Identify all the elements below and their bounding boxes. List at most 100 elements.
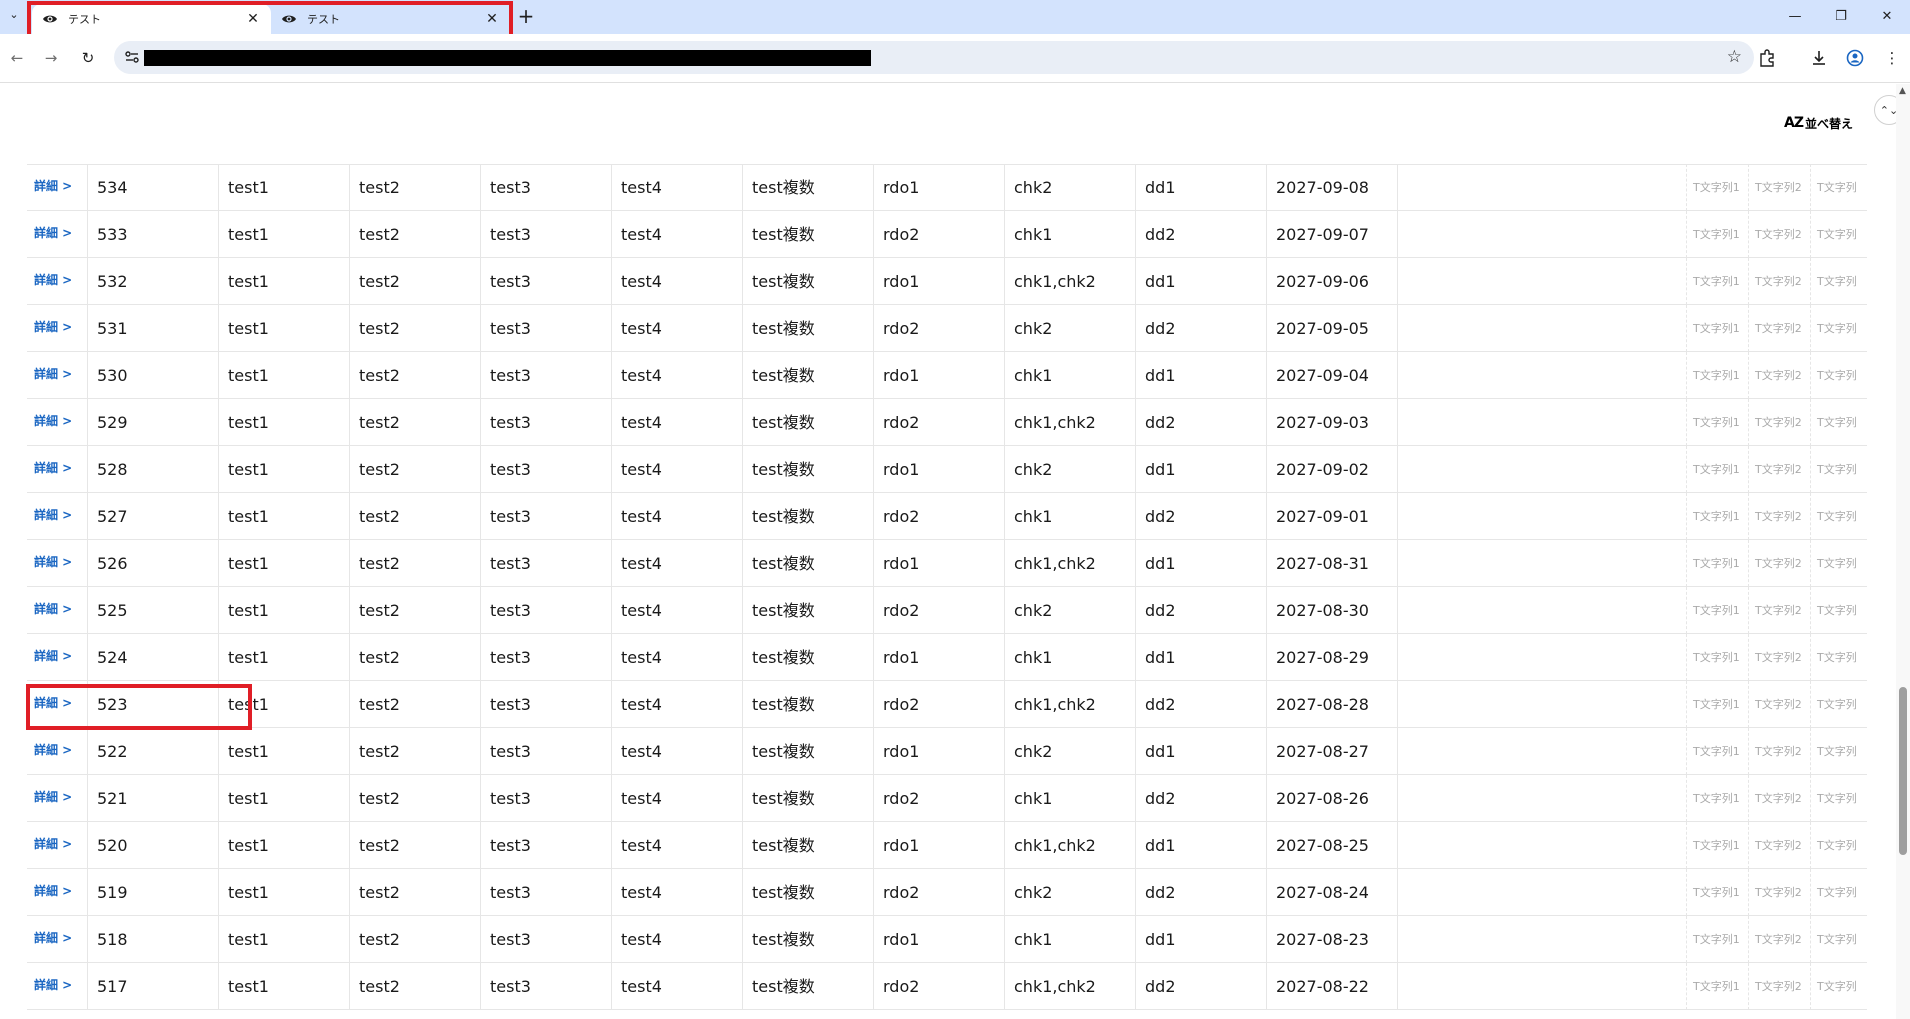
cell-dd: dd1 (1135, 258, 1266, 305)
detail-link[interactable]: 詳細 > (27, 446, 87, 493)
detail-link[interactable]: 詳細 > (27, 352, 87, 399)
cell-c5: test複数 (742, 775, 873, 822)
detail-link[interactable]: 詳細 > (27, 305, 87, 352)
sort-button[interactable]: AZ 並べ替え (1784, 112, 1853, 134)
table-row: 詳細 >531 test1 test2 test3 test4 test複数 rdo2 chk… (27, 305, 1867, 352)
download-icon[interactable] (1808, 47, 1830, 69)
site-info-icon[interactable] (124, 49, 140, 65)
cell-rdo: rdo2 (873, 963, 1004, 1010)
cell-dd: dd2 (1135, 305, 1266, 352)
cell-chk: chk2 (1004, 305, 1135, 352)
cell-spacer (1397, 258, 1686, 305)
cell-spacer (1397, 869, 1686, 916)
detail-link[interactable]: 詳細 > (27, 211, 87, 258)
table-row: 詳細 >532 test1 test2 test3 test4 test複数 rdo1 chk… (27, 258, 1867, 305)
cell-c4: test4 (611, 775, 742, 822)
scroll-thumb[interactable] (1899, 687, 1907, 855)
cell-dd: dd1 (1135, 540, 1266, 587)
page-scrollbar[interactable]: ▲ (1896, 84, 1910, 1019)
back-arrow-icon[interactable]: ← (6, 47, 28, 69)
cell-c2: test2 (349, 916, 480, 963)
forward-arrow-icon[interactable]: → (40, 47, 62, 69)
cell-dd: dd2 (1135, 587, 1266, 634)
bookmark-star-icon[interactable]: ☆ (1727, 47, 1742, 67)
cell-c5: test複数 (742, 399, 873, 446)
cell-id: 529 (87, 399, 218, 446)
cell-c2: test2 (349, 540, 480, 587)
tab-search-chevron-icon[interactable]: ⌄ (4, 8, 24, 26)
cell-date: 2027-08-31 (1266, 540, 1397, 587)
cell-c3: test3 (480, 540, 611, 587)
table-row: 詳細 >529 test1 test2 test3 test4 test複数 rdo2 chk… (27, 399, 1867, 446)
cell-c2: test2 (349, 634, 480, 681)
cell-c5: test複数 (742, 634, 873, 681)
detail-link[interactable]: 詳細 > (27, 258, 87, 305)
reload-icon[interactable]: ↻ (77, 47, 99, 69)
cell-chk: chk2 (1004, 728, 1135, 775)
cell-spacer (1397, 305, 1686, 352)
cell-spacer (1397, 587, 1686, 634)
address-bar[interactable]: ☆ (114, 41, 1754, 74)
table-row: 詳細 >528 test1 test2 test3 test4 test複数 rdo1 chk… (27, 446, 1867, 493)
cell-date: 2027-09-06 (1266, 258, 1397, 305)
cell-rdo: rdo2 (873, 681, 1004, 728)
cell-text-col-3: T文字列 (1810, 869, 1867, 916)
cell-c4: test4 (611, 634, 742, 681)
minimize-icon[interactable]: — (1772, 0, 1818, 32)
cell-text-col-2: T文字列2 (1748, 916, 1810, 963)
cell-text-col-1: T文字列1 (1686, 634, 1748, 681)
cell-text-col-3: T文字列 (1810, 681, 1867, 728)
cell-text-col-2: T文字列2 (1748, 822, 1810, 869)
table-row: 詳細 >533 test1 test2 test3 test4 test複数 rdo2 chk… (27, 211, 1867, 258)
cell-c1: test1 (218, 869, 349, 916)
cell-chk: chk1 (1004, 493, 1135, 540)
cell-text-col-3: T文字列 (1810, 822, 1867, 869)
close-window-icon[interactable]: ✕ (1864, 0, 1910, 32)
detail-link[interactable]: 詳細 > (27, 164, 87, 211)
cell-c5: test複数 (742, 305, 873, 352)
cell-c5: test複数 (742, 540, 873, 587)
cell-rdo: rdo1 (873, 540, 1004, 587)
cell-chk: chk1,chk2 (1004, 822, 1135, 869)
table-row: 詳細 >520 test1 test2 test3 test4 test複数 rdo1 chk… (27, 822, 1867, 869)
cell-c4: test4 (611, 399, 742, 446)
detail-link[interactable]: 詳細 > (27, 822, 87, 869)
detail-link[interactable]: 詳細 > (27, 775, 87, 822)
detail-link[interactable]: 詳細 > (27, 587, 87, 634)
detail-link[interactable]: 詳細 > (27, 399, 87, 446)
cell-rdo: rdo1 (873, 258, 1004, 305)
cell-spacer (1397, 164, 1686, 211)
cell-c1: test1 (218, 540, 349, 587)
cell-text-col-3: T文字列 (1810, 916, 1867, 963)
detail-link[interactable]: 詳細 > (27, 540, 87, 587)
cell-c1: test1 (218, 352, 349, 399)
cell-c4: test4 (611, 963, 742, 1010)
cell-dd: dd2 (1135, 211, 1266, 258)
detail-link[interactable]: 詳細 > (27, 493, 87, 540)
table-row: 詳細 >518 test1 test2 test3 test4 test複数 rdo1 chk… (27, 916, 1867, 963)
cell-c4: test4 (611, 352, 742, 399)
extensions-icon[interactable] (1756, 47, 1778, 69)
detail-link[interactable]: 詳細 > (27, 634, 87, 681)
cell-date: 2027-08-24 (1266, 869, 1397, 916)
cell-c5: test複数 (742, 681, 873, 728)
more-menu-icon[interactable]: ⋮ (1881, 47, 1903, 69)
cell-dd: dd1 (1135, 446, 1266, 493)
cell-c3: test3 (480, 493, 611, 540)
cell-dd: dd1 (1135, 822, 1266, 869)
detail-link[interactable]: 詳細 > (27, 728, 87, 775)
cell-c4: test4 (611, 540, 742, 587)
cell-text-col-3: T文字列 (1810, 728, 1867, 775)
restore-icon[interactable]: ❐ (1818, 0, 1864, 32)
detail-link[interactable]: 詳細 > (27, 869, 87, 916)
cell-c5: test複数 (742, 869, 873, 916)
scroll-up-arrow-icon[interactable]: ▲ (1899, 86, 1906, 96)
new-tab-button[interactable]: + (515, 6, 537, 28)
cell-text-col-2: T文字列2 (1748, 399, 1810, 446)
cell-dd: dd2 (1135, 869, 1266, 916)
profile-icon[interactable] (1844, 47, 1866, 69)
cell-c3: test3 (480, 305, 611, 352)
detail-link[interactable]: 詳細 > (27, 916, 87, 963)
detail-link[interactable]: 詳細 > (27, 963, 87, 1010)
cell-id: 533 (87, 211, 218, 258)
